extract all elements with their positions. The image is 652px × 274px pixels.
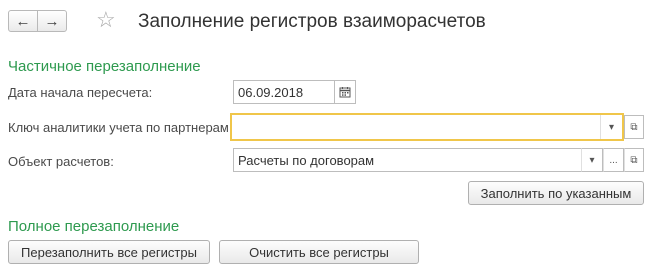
settlement-object-select[interactable]: Расчеты по договорам [233, 148, 603, 172]
partner-key-input[interactable] [230, 113, 624, 141]
settlement-object-select-button[interactable]: ... [603, 148, 624, 172]
settlement-object-label: Объект расчетов: [8, 154, 114, 169]
open-icon: ⧉ [630, 121, 638, 133]
arrow-left-icon: ← [15, 12, 31, 30]
calendar-button[interactable] [334, 80, 356, 104]
refill-all-registers-button[interactable]: Перезаполнить все регистры [8, 240, 210, 264]
settlement-object-dropdown-button[interactable]: ▾ [581, 148, 603, 172]
open-icon: ⧉ [630, 154, 638, 166]
arrow-right-icon: → [44, 12, 60, 30]
partner-key-dropdown-button[interactable]: ▾ [600, 115, 622, 139]
clear-all-registers-button[interactable]: Очистить все регистры [219, 240, 419, 264]
fill-by-specified-button[interactable]: Заполнить по указанным [468, 181, 644, 205]
partner-key-open-button[interactable]: ⧉ [624, 115, 644, 139]
forward-button[interactable]: → [37, 10, 67, 32]
start-date-input[interactable]: 06.09.2018 [233, 80, 335, 104]
back-button[interactable]: ← [8, 10, 38, 32]
chevron-down-icon: ▾ [608, 121, 615, 133]
start-date-label: Дата начала пересчета: [8, 85, 153, 100]
chevron-down-icon: ▾ [589, 154, 595, 166]
partial-refill-heading: Частичное перезаполнение [8, 58, 201, 75]
full-refill-heading: Полное перезаполнение [8, 218, 180, 235]
partner-key-label: Ключ аналитики учета по партнерам: [8, 120, 233, 135]
ellipsis-icon: ... [609, 154, 618, 166]
settlement-object-open-button[interactable]: ⧉ [624, 148, 644, 172]
favorite-star-icon[interactable]: ☆ [96, 9, 116, 31]
calendar-icon [339, 87, 351, 98]
page-title: Заполнение регистров взаиморасчетов [138, 11, 486, 32]
